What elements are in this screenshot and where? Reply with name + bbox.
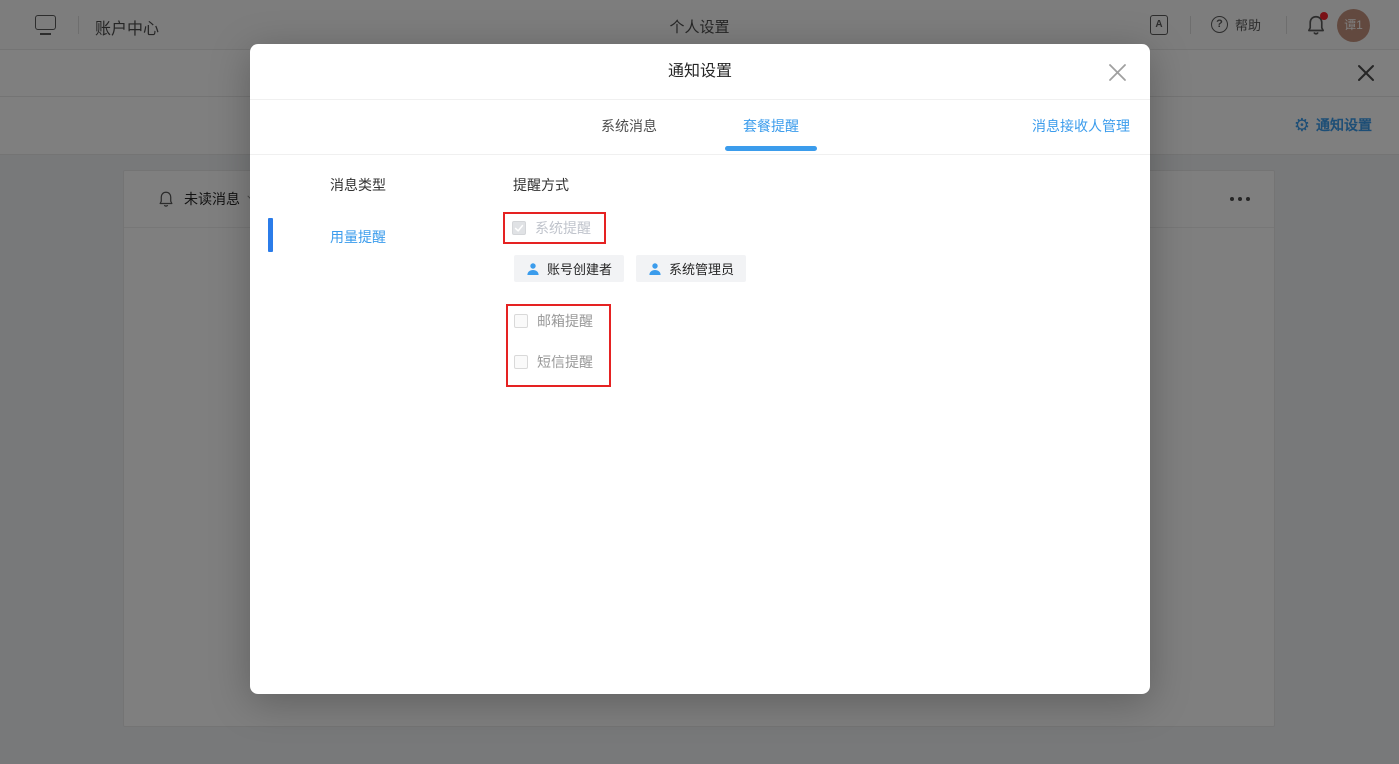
tab-system-messages[interactable]: 系统消息 (601, 100, 657, 154)
tab-package-reminder[interactable]: 套餐提醒 (743, 100, 799, 154)
selected-item-indicator (268, 218, 273, 252)
checkbox-unchecked-icon (514, 355, 528, 369)
recipient-tag-label: 系统管理员 (669, 259, 734, 278)
sms-reminder-checkbox-row[interactable]: 短信提醒 (514, 354, 593, 370)
system-reminder-label: 系统提醒 (535, 218, 591, 238)
checkbox-checked-icon (512, 221, 526, 235)
recipient-tag-admin: 系统管理员 (636, 255, 746, 282)
message-type-usage-reminder[interactable]: 用量提醒 (330, 227, 386, 247)
sms-reminder-label: 短信提醒 (537, 352, 593, 372)
email-reminder-label: 邮箱提醒 (537, 311, 593, 331)
user-icon (648, 262, 662, 276)
email-reminder-checkbox-row[interactable]: 邮箱提醒 (514, 313, 593, 329)
modal-body: 消息类型 提醒方式 用量提醒 系统提醒 账号创建者 (250, 155, 1150, 694)
recipient-tags: 账号创建者 系统管理员 (514, 255, 746, 282)
recipient-tag-creator: 账号创建者 (514, 255, 624, 282)
checkbox-unchecked-icon (514, 314, 528, 328)
column-header-message-type: 消息类型 (330, 175, 386, 195)
modal-close-icon[interactable] (1106, 61, 1129, 84)
modal-header: 通知设置 (250, 44, 1150, 100)
user-icon (526, 262, 540, 276)
system-reminder-checkbox-row[interactable]: 系统提醒 (512, 220, 591, 236)
recipient-manage-link[interactable]: 消息接收人管理 (1032, 100, 1130, 153)
modal-title: 通知设置 (250, 44, 1150, 100)
recipient-tag-label: 账号创建者 (547, 259, 612, 278)
notification-settings-modal: 通知设置 系统消息 套餐提醒 消息接收人管理 消息类型 提醒方式 用量提醒 系统… (250, 44, 1150, 694)
column-header-reminder-method: 提醒方式 (513, 175, 569, 195)
modal-tab-bar: 系统消息 套餐提醒 消息接收人管理 (250, 100, 1150, 155)
